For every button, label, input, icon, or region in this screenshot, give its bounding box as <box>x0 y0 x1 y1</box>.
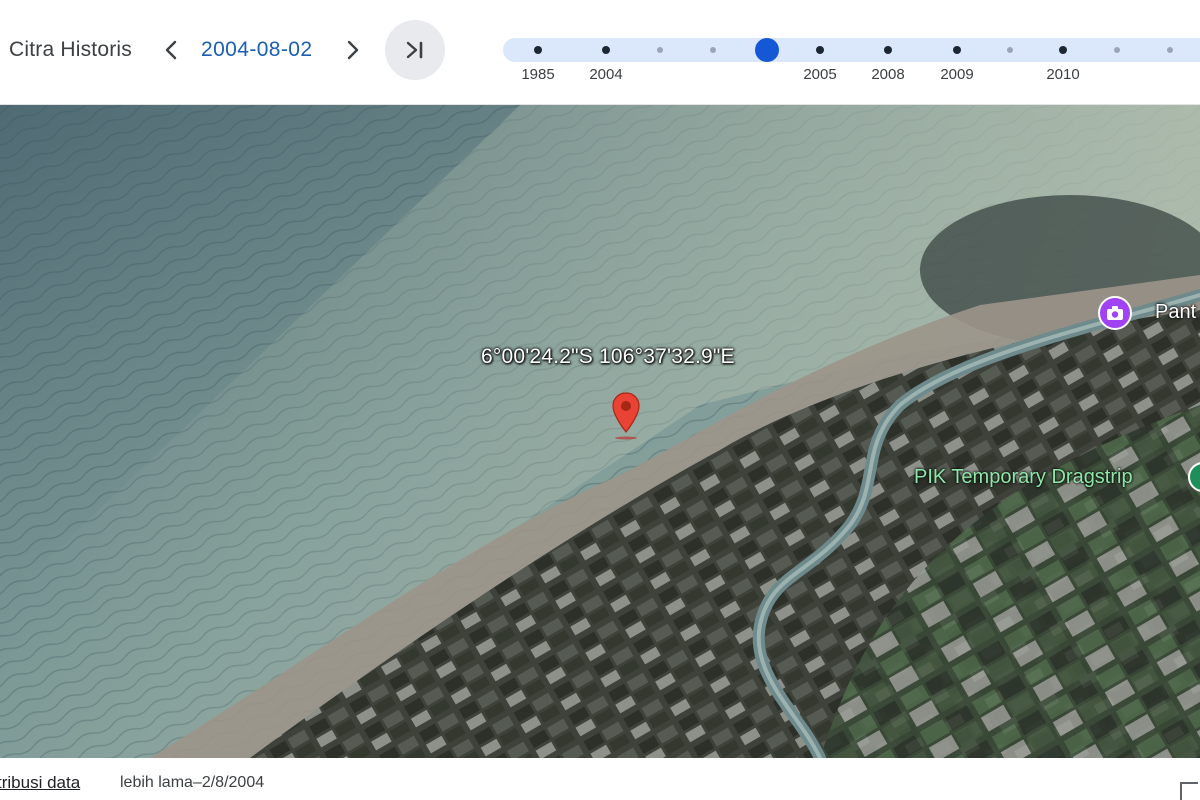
chevron-right-icon <box>347 40 359 60</box>
coordinates-label: 6°00'24.2"S 106°37'32.9"E <box>481 345 735 368</box>
timeline-year-label: 2005 <box>803 66 837 83</box>
satellite-imagery <box>0 105 1200 758</box>
next-date-button[interactable] <box>338 34 368 66</box>
camera-icon <box>1107 306 1123 320</box>
current-date[interactable]: 2004-08-02 <box>201 38 312 62</box>
timeline-year-label: 2009 <box>940 66 974 83</box>
map-footer: tribusi data lebih lama–2/8/2004 <box>0 758 1200 800</box>
timeline-tick[interactable] <box>534 46 542 54</box>
skip-to-latest-icon <box>406 41 423 59</box>
photo-poi-pin[interactable] <box>1098 296 1132 330</box>
timeline-tick[interactable] <box>1059 46 1067 54</box>
timeline-tick-minor[interactable] <box>1114 47 1120 53</box>
timeline-selected-handle[interactable] <box>755 38 779 62</box>
timeline-tick-minor[interactable] <box>657 47 663 53</box>
timeline-year-label: 2004 <box>589 66 623 83</box>
fullscreen-corner-icon[interactable] <box>1180 782 1198 800</box>
place-label-pik-dragstrip[interactable]: PIK Temporary Dragstrip <box>914 466 1133 489</box>
data-attribution-link[interactable]: tribusi data <box>0 773 80 793</box>
satellite-map[interactable]: 6°00'24.2"S 106°37'32.9"E Pant PIK Tempo… <box>0 105 1200 758</box>
timeline-year-label: 2008 <box>871 66 905 83</box>
timeline-year-label: 1985 <box>521 66 555 83</box>
timeline-year-label: 2010 <box>1046 66 1080 83</box>
chevron-left-icon <box>165 40 177 60</box>
timeline-tick[interactable] <box>816 46 824 54</box>
map-pin-icon[interactable] <box>611 392 641 440</box>
page-title: Citra Historis <box>9 38 132 61</box>
timeline-tick-minor[interactable] <box>1007 47 1013 53</box>
timeline-tick[interactable] <box>953 46 961 54</box>
previous-date-button[interactable] <box>156 34 186 66</box>
place-label-pantai[interactable]: Pant <box>1155 301 1196 324</box>
timeline-tick[interactable] <box>602 46 610 54</box>
older-imagery-info: lebih lama–2/8/2004 <box>120 774 265 791</box>
timeline-tick[interactable] <box>884 46 892 54</box>
jump-to-latest-button[interactable] <box>385 20 445 80</box>
history-toolbar: Citra Historis 2004-08-02 1985 2004 2005 <box>0 0 1200 105</box>
timeline-slider[interactable] <box>503 38 1200 62</box>
timeline-tick-minor[interactable] <box>710 47 716 53</box>
timeline-tick-minor[interactable] <box>1167 47 1173 53</box>
